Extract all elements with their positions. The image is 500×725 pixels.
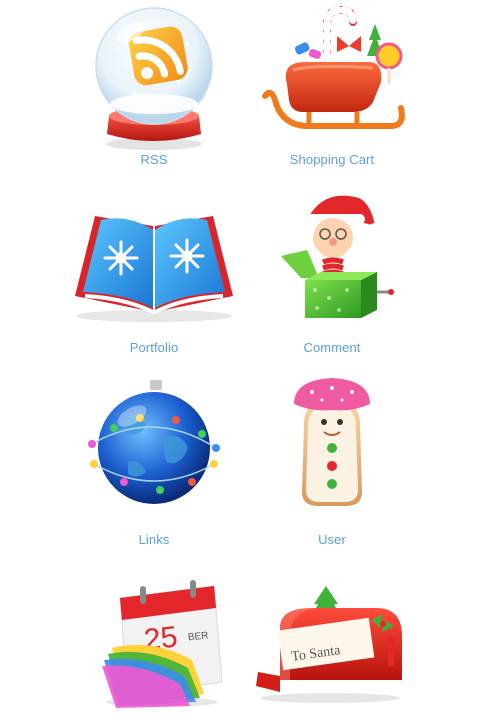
gingerbread-man-icon	[294, 378, 370, 506]
calendar-item[interactable]: 25 BER	[72, 578, 252, 708]
calendar-icon: 25 BER	[102, 580, 223, 708]
mailbox-item[interactable]: To Santa	[240, 580, 420, 704]
comment-label[interactable]: Comment	[242, 340, 422, 355]
rss-label[interactable]: RSS	[64, 152, 244, 167]
santa-jack-in-box-icon	[281, 195, 394, 318]
portfolio-label[interactable]: Portfolio	[64, 340, 244, 355]
sleigh-cart-icon	[262, 5, 405, 129]
shopping-cart-label[interactable]: Shopping Cart	[242, 152, 422, 167]
mailbox-icon: To Santa	[256, 586, 402, 703]
links-item[interactable]: Links	[64, 378, 244, 547]
snowflake-book-icon	[75, 216, 233, 322]
rss-item[interactable]: RSS	[64, 4, 244, 167]
portfolio-item[interactable]: Portfolio	[64, 200, 244, 355]
shopping-cart-item[interactable]: Shopping Cart	[242, 4, 422, 167]
links-label[interactable]: Links	[64, 532, 244, 547]
comment-item[interactable]: Comment	[242, 186, 422, 355]
rss-snow-globe-icon	[95, 7, 213, 150]
calendar-month: BER	[187, 630, 209, 643]
user-label[interactable]: User	[242, 532, 422, 547]
user-item[interactable]: User	[242, 374, 422, 547]
globe-ornament-icon	[88, 380, 220, 504]
